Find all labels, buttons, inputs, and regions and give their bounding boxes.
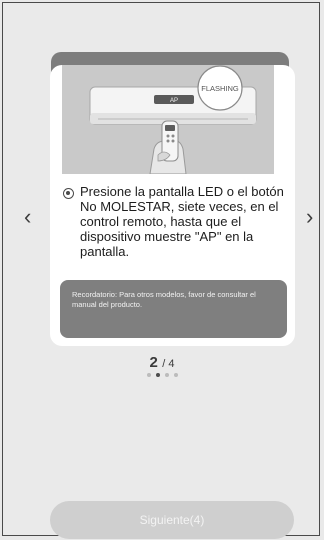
chevron-left-icon[interactable]: ‹ — [24, 206, 31, 228]
page-dot[interactable] — [146, 373, 151, 377]
page-indicator: 2 / 4 — [3, 354, 321, 372]
page-dot-active[interactable] — [155, 373, 160, 377]
ac-unit-image: AP FLASHING — [62, 65, 274, 175]
radio-bullet-icon — [63, 188, 74, 199]
flashing-label: FLASHING — [201, 84, 239, 93]
ac-remote-illustration: AP FLASHING — [62, 65, 274, 175]
next-button[interactable]: Siguiente(4) — [50, 501, 294, 539]
current-page: 2 — [149, 354, 158, 371]
total-pages: / 4 — [162, 358, 175, 370]
step-card: AP FLASHING Presione la pantalla LED o e… — [50, 65, 295, 346]
page-dot[interactable] — [164, 373, 169, 377]
page-dot[interactable] — [173, 373, 178, 377]
page-dots — [3, 373, 321, 377]
chevron-right-icon[interactable]: › — [306, 206, 313, 228]
ac-display-label: AP — [170, 98, 178, 104]
instruction-text: Presione la pantalla LED o el botón No M… — [80, 184, 284, 259]
reminder-box: Recordatorio: Para otros modelos, favor … — [60, 280, 287, 338]
screen-frame: AP FLASHING Presione la pantalla LED o e… — [2, 2, 321, 539]
